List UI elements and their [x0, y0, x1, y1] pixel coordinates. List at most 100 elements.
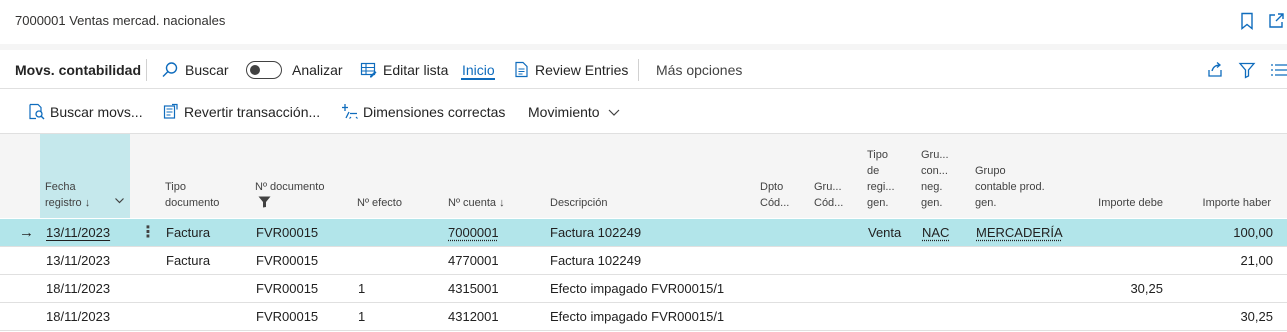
cell-ncuenta[interactable]: 4312001 — [448, 303, 499, 331]
find-entries-icon — [28, 103, 45, 120]
edit-list-button[interactable]: Editar lista — [360, 50, 448, 89]
col-dpto-cod[interactable]: Dpto Cód... — [760, 179, 789, 211]
movement-dropdown[interactable]: Movimiento — [528, 89, 626, 134]
bookmark-icon[interactable] — [1239, 12, 1257, 30]
col-label: Tipo — [165, 179, 219, 195]
cell-ncuenta[interactable]: 7000001 — [448, 219, 499, 247]
reverse-transaction-button[interactable]: Revertir transacción... — [163, 89, 320, 134]
cell-debe — [1070, 247, 1163, 275]
col-label: Dpto — [760, 179, 789, 195]
col-label: gen. — [975, 195, 1045, 211]
table-row[interactable]: 18/11/2023 FVR00015 1 4312001 Efecto imp… — [0, 303, 1287, 331]
reverse-transaction-label: Revertir transacción... — [184, 104, 320, 120]
cell-haber: 30,25 — [1170, 303, 1273, 331]
analyze-toggle[interactable]: Analizar — [246, 50, 343, 89]
edit-list-label: Editar lista — [383, 62, 448, 78]
search-button[interactable]: Buscar — [161, 50, 229, 89]
divider — [146, 59, 147, 81]
cell-haber — [1170, 275, 1273, 303]
col-label: registro ↓ — [45, 195, 90, 211]
title-bar: 7000001 Ventas mercad. nacionales — [0, 0, 1287, 44]
col-fecha-registro[interactable]: Fecha registro ↓ — [45, 179, 90, 211]
col-label: Cód... — [760, 195, 789, 211]
filter-icon — [1238, 61, 1256, 79]
review-entries-label: Review Entries — [535, 62, 628, 78]
row-actions-more-icon[interactable]: ⋮ — [140, 219, 156, 247]
page-caption: Movs. contabilidad — [15, 50, 141, 89]
col-label: Tipo — [867, 147, 895, 163]
cell-descripcion: Efecto impagado FVR00015/1 — [550, 303, 724, 331]
cell-grupo[interactable]: MERCADERÍA — [976, 219, 1063, 247]
column-menu-chevron-icon[interactable] — [114, 195, 125, 211]
cell-descripcion: Factura 102249 — [550, 219, 641, 247]
col-label: regi... — [867, 179, 895, 195]
cell-grucon[interactable]: NAC — [922, 219, 949, 247]
list-view-button[interactable] — [1270, 50, 1287, 89]
current-row-arrow-icon: → — [19, 219, 34, 247]
table-row[interactable]: 13/11/2023 Factura FVR00015 4770001 Fact… — [0, 247, 1287, 275]
col-label: gen. — [867, 195, 895, 211]
toggle-switch[interactable] — [246, 61, 282, 79]
col-gru-cod[interactable]: Gru... Cód... — [814, 179, 843, 211]
search-icon — [161, 61, 179, 79]
cell-debe: 30,25 — [1070, 275, 1163, 303]
cell-ncuenta[interactable]: 4770001 — [448, 247, 499, 275]
col-descripcion[interactable]: Descripción — [550, 195, 607, 211]
entries-grid: Fecha registro ↓ Tipo documento Nº docum… — [0, 134, 1287, 332]
col-importe-debe[interactable]: Importe debe — [1070, 195, 1163, 211]
cell-fecha[interactable]: 13/11/2023 — [46, 247, 110, 275]
cell-nefecto: 1 — [358, 303, 365, 331]
col-importe-haber[interactable]: Importe haber — [1170, 195, 1271, 211]
page-title: 7000001 Ventas mercad. nacionales — [15, 13, 225, 28]
col-label: gen. — [921, 195, 949, 211]
col-label: con... — [921, 163, 949, 179]
cell-fecha[interactable]: 18/11/2023 — [46, 303, 110, 331]
cell-debe — [1070, 303, 1163, 331]
cell-descripcion: Efecto impagado FVR00015/1 — [550, 275, 724, 303]
col-label: Gru... — [921, 147, 949, 163]
share-button[interactable] — [1206, 50, 1230, 89]
col-label: documento — [165, 195, 219, 211]
col-label: neg. — [921, 179, 949, 195]
cell-debe — [1070, 219, 1163, 247]
dimensions-icon — [341, 103, 358, 120]
more-options-button[interactable]: Más opciones — [656, 50, 742, 89]
find-entries-label: Buscar movs... — [50, 104, 143, 120]
divider — [638, 59, 639, 81]
reverse-transaction-icon — [163, 103, 179, 120]
movement-label: Movimiento — [528, 104, 600, 120]
cell-fecha[interactable]: 13/11/2023 — [46, 219, 110, 247]
col-n-documento[interactable]: Nº documento — [255, 179, 324, 213]
cell-tipo: Factura — [166, 219, 210, 247]
col-n-cuenta[interactable]: Nº cuenta ↓ — [448, 195, 505, 211]
col-label: Nº documento — [255, 179, 324, 195]
table-row[interactable]: 18/11/2023 FVR00015 1 4315001 Efecto imp… — [0, 275, 1287, 303]
col-tipo-documento[interactable]: Tipo documento — [165, 179, 219, 211]
active-tab-indicator — [461, 78, 495, 80]
subaction-bar: Buscar movs... Revertir transacción... D… — [0, 89, 1287, 134]
cell-ncuenta[interactable]: 4315001 — [448, 275, 499, 303]
list-icon — [1270, 61, 1287, 79]
col-label: Fecha — [45, 179, 90, 195]
cell-ndoc: FVR00015 — [256, 247, 318, 275]
open-new-window-icon[interactable] — [1267, 12, 1285, 30]
cell-fecha[interactable]: 18/11/2023 — [46, 275, 110, 303]
tab-inicio[interactable]: Inicio — [462, 50, 495, 89]
col-n-efecto[interactable]: Nº efecto — [357, 195, 402, 211]
col-grupo-contable-negocio[interactable]: Gru... con... neg. gen. — [921, 147, 949, 211]
find-entries-button[interactable]: Buscar movs... — [28, 89, 143, 134]
edit-list-icon — [360, 61, 377, 78]
document-icon — [514, 61, 529, 78]
cell-tiporeg: Venta — [868, 219, 901, 247]
filter-applied-icon — [255, 195, 324, 213]
review-entries-button[interactable]: Review Entries — [514, 50, 628, 89]
col-tipo-registro-gen[interactable]: Tipo de regi... gen. — [867, 147, 895, 211]
correct-dimensions-button[interactable]: Dimensiones correctas — [341, 89, 505, 134]
filter-button[interactable] — [1238, 50, 1262, 89]
cell-nefecto: 1 — [358, 275, 365, 303]
col-label: Cód... — [814, 195, 843, 211]
col-grupo-contable-producto[interactable]: Grupo contable prod. gen. — [975, 163, 1045, 211]
cell-descripcion: Factura 102249 — [550, 247, 641, 275]
col-label: Grupo — [975, 163, 1045, 179]
table-row[interactable]: → 13/11/2023 ⋮ Factura FVR00015 7000001 … — [0, 219, 1287, 247]
